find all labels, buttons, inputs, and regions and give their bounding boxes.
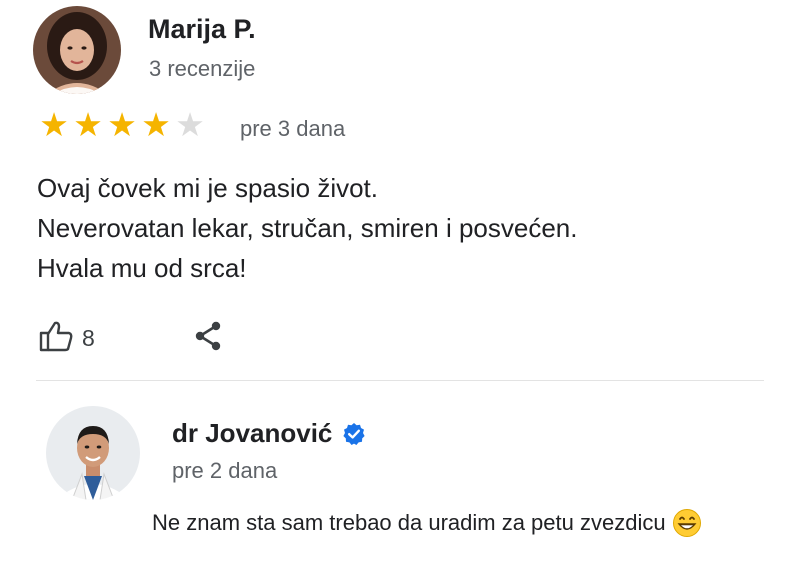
reply-text-row: Ne znam sta sam trebao da uradim za petu… [152,508,702,538]
review-text-line: Ovaj čovek mi je spasio život. [37,173,379,203]
star-filled-icon: ★ [39,105,69,144]
review-card: Marija P. 3 recenzije ★ ★ ★ ★ ★ pre 3 dana O… [0,0,800,380]
like-count: 8 [82,325,95,351]
reply-date: pre 2 dana [172,458,278,483]
divider [36,380,764,381]
review-date: pre 3 dana [240,116,346,141]
share-icon [190,321,226,358]
reviewer-review-count: 3 recenzije [149,56,256,81]
star-empty-icon: ★ [175,105,205,144]
reviewer-avatar[interactable] [33,6,121,94]
reviewer-name[interactable]: Marija P. [148,14,256,45]
star-filled-icon: ★ [141,105,171,144]
star-filled-icon: ★ [107,105,137,144]
star-rating: ★ ★ ★ ★ ★ [37,106,207,144]
grinning-face-icon [672,508,702,538]
doctor-avatar[interactable] [46,406,140,500]
thumbs-up-icon [38,318,74,359]
doctor-name[interactable]: dr Jovanović [172,418,332,449]
reply-text: Ne znam sta sam trebao da uradim za petu… [152,510,666,535]
doctor-name-row: dr Jovanović [172,418,366,449]
review-text-line: Hvala mu od srca! [37,253,247,283]
verified-badge-icon [342,422,366,446]
review-text: Ovaj čovek mi je spasio život. Neverovat… [37,168,577,288]
share-button[interactable] [190,318,226,359]
like-button[interactable]: 8 [38,318,95,359]
review-text-line: Neverovatan lekar, stručan, smiren i pos… [37,213,578,243]
star-filled-icon: ★ [73,105,103,144]
